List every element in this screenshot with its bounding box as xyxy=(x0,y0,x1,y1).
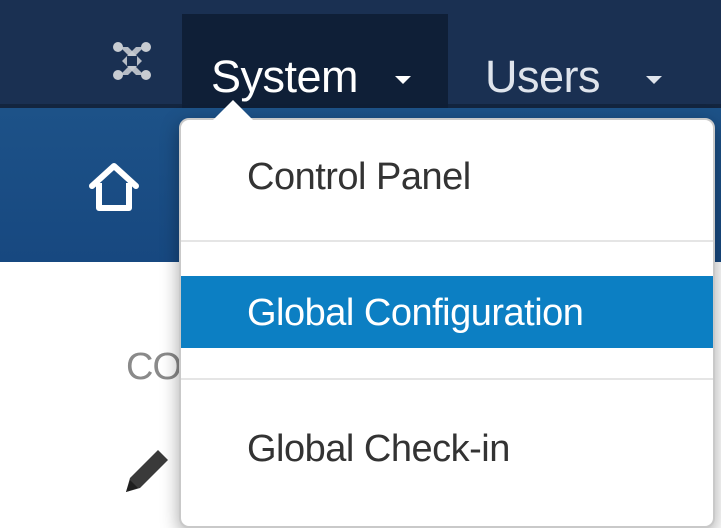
nav-menu-system[interactable]: System xyxy=(182,14,448,108)
joomla-logo-button[interactable] xyxy=(82,14,182,108)
home-button[interactable] xyxy=(88,162,140,217)
home-icon xyxy=(89,163,139,211)
nav-users-label: Users xyxy=(485,51,601,102)
menu-divider xyxy=(181,240,713,242)
nav-menu-users[interactable]: Users xyxy=(448,14,721,108)
menu-item-label: Global Configuration xyxy=(247,292,584,334)
menu-item-label: Control Panel xyxy=(247,156,471,198)
edit-link[interactable] xyxy=(118,440,178,505)
pencil-icon xyxy=(126,450,168,492)
nav-system-label: System xyxy=(211,51,359,102)
caret-down-icon xyxy=(646,76,662,84)
menu-divider xyxy=(181,378,713,380)
menu-item-global-configuration[interactable]: Global Configuration xyxy=(181,276,713,348)
dropdown-pointer xyxy=(213,100,253,120)
menu-item-global-check-in[interactable]: Global Check-in xyxy=(181,412,713,484)
caret-down-icon xyxy=(395,76,411,84)
menu-item-control-panel[interactable]: Control Panel xyxy=(181,140,713,212)
menu-item-label: Global Check-in xyxy=(247,428,510,470)
content-heading-partial: CO xyxy=(126,346,182,388)
joomla-logo-icon xyxy=(113,42,151,80)
